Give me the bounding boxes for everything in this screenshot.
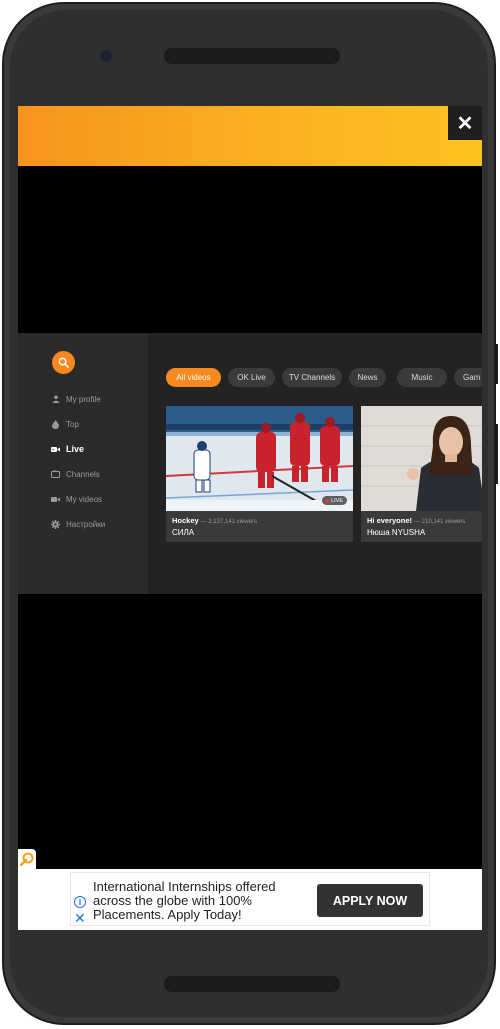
tab-tv-channels[interactable]: TV Channels: [282, 368, 342, 387]
content-area: All videos OK Live TV Channels News Musi…: [148, 333, 482, 594]
search-button[interactable]: [52, 351, 75, 374]
sidebar-item-label: Live: [66, 444, 85, 454]
video-title: Hockey: [172, 516, 199, 525]
live-app-panel: My profile Top Live Channels My videos Н…: [18, 333, 482, 594]
power-button[interactable]: [494, 424, 498, 484]
video-title: Hi everyone!: [367, 516, 413, 525]
close-icon: ✕: [456, 112, 474, 135]
live-camera-icon: [51, 445, 60, 454]
tab-all-videos[interactable]: All videos: [166, 368, 221, 387]
sidebar-item-label: My profile: [66, 394, 101, 404]
top-banner: ✕: [18, 106, 482, 166]
ad-logo-icon: [20, 852, 34, 866]
sidebar-item-label: Channels: [66, 469, 100, 479]
gear-icon: [51, 519, 60, 529]
ad-banner: i ✕ International Internships offered ac…: [18, 869, 482, 930]
live-dot-icon: [325, 498, 330, 503]
screen: ✕ My profile Top Live Channels My videos…: [18, 106, 482, 930]
video-card[interactable]: Hi everyone! — 210,141 viewers Нюша NYUS…: [361, 406, 482, 542]
sidebar-item-settings[interactable]: Настройки: [51, 517, 105, 531]
sidebar-item-label: Top: [66, 419, 79, 429]
adchoices-logo[interactable]: [18, 849, 36, 869]
video-thumbnail-hockey: LIVE: [166, 406, 353, 511]
live-badge-label: LIVE: [331, 497, 343, 504]
earpiece-speaker: [164, 48, 340, 64]
ad-container[interactable]: i ✕ International Internships offered ac…: [70, 872, 430, 926]
ad-text: International Internships offered across…: [93, 879, 276, 922]
video-viewers: — 210,141 viewers: [413, 519, 466, 525]
ad-close-icon[interactable]: ✕: [74, 911, 86, 925]
search-icon: [58, 357, 69, 368]
sidebar-item-label: My videos: [66, 494, 103, 504]
sidebar: My profile Top Live Channels My videos Н…: [18, 333, 148, 594]
sidebar-item-channels[interactable]: Channels: [51, 467, 100, 481]
person-icon: [51, 395, 60, 404]
video-viewers: — 2,137,141 viewers: [200, 519, 258, 525]
sidebar-item-my-videos[interactable]: My videos: [51, 492, 102, 506]
sidebar-item-label: Настройки: [66, 519, 106, 529]
tv-icon: [51, 470, 60, 479]
volume-button[interactable]: [494, 344, 498, 384]
video-meta: Hi everyone! — 210,141 viewers Нюша NYUS…: [367, 516, 482, 538]
close-button[interactable]: ✕: [448, 106, 482, 140]
sidebar-item-top[interactable]: Top: [51, 417, 79, 431]
bottom-speaker: [164, 976, 340, 992]
video-author: Нюша NYUSHA: [367, 528, 426, 537]
video-meta: Hockey — 2,137,141 viewers СИЛА: [172, 516, 349, 538]
video-card[interactable]: LIVE Hockey — 2,137,141 viewers СИЛА: [166, 406, 353, 542]
apply-now-button[interactable]: APPLY NOW: [317, 884, 423, 917]
front-camera: [100, 50, 112, 62]
flame-icon: [51, 419, 60, 429]
video-camera-icon: [51, 495, 60, 504]
video-author: СИЛА: [172, 528, 195, 537]
live-badge: LIVE: [322, 496, 347, 505]
sidebar-item-my-profile[interactable]: My profile: [51, 392, 101, 406]
tab-ok-live[interactable]: OK Live: [228, 368, 275, 387]
sidebar-item-live[interactable]: Live: [51, 442, 84, 456]
info-icon[interactable]: i: [74, 896, 86, 908]
video-thumbnail-nyusha: [361, 406, 482, 511]
tab-music[interactable]: Music: [397, 368, 447, 387]
tab-news[interactable]: News: [349, 368, 386, 387]
tab-games[interactable]: Gam: [454, 368, 482, 387]
